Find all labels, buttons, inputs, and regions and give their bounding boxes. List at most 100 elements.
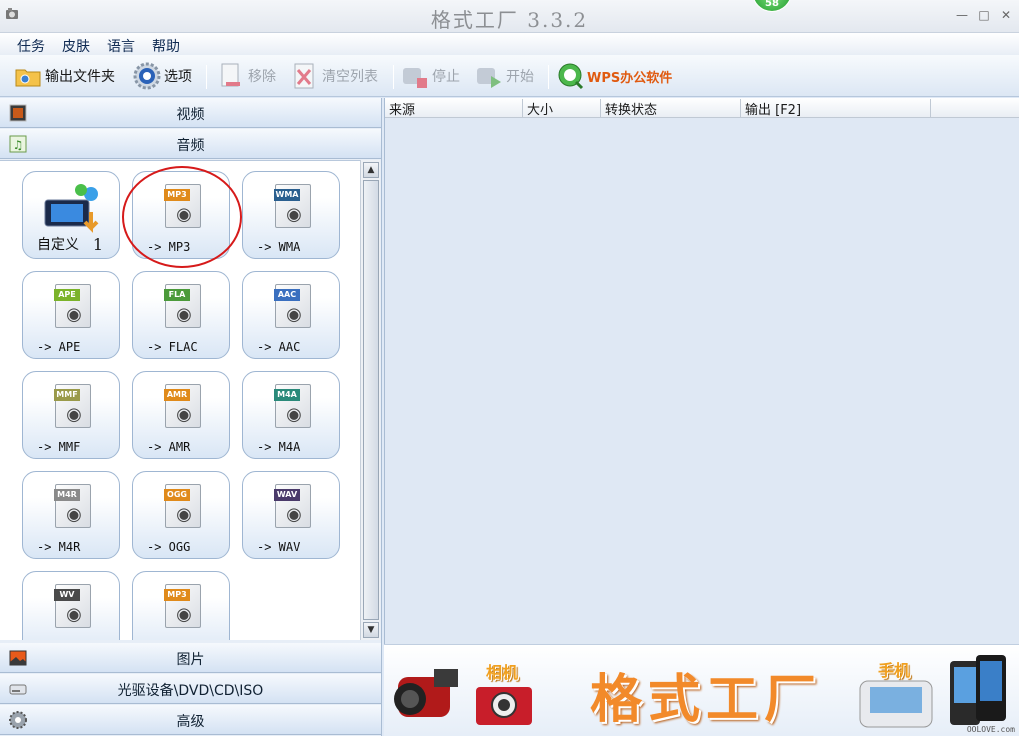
- format-tile-label: -> M4A: [257, 440, 301, 454]
- format-tag: WMA: [274, 189, 300, 201]
- remove-button[interactable]: 移除: [217, 61, 276, 91]
- title-bar: 格式工厂 3.3.2 58 — □ ✕: [0, 0, 1019, 33]
- speaker-icon: ◉: [176, 404, 192, 425]
- speaker-icon: ◉: [66, 404, 82, 425]
- category-audio[interactable]: ♫ 音频: [0, 129, 381, 159]
- clear-list-label: 清空列表: [322, 69, 378, 85]
- format-tag: APE: [54, 289, 80, 301]
- format-tile-label: -> MMF: [37, 440, 81, 454]
- format-tile[interactable]: WAV ◉ -> WAV: [242, 471, 340, 559]
- grid-scrollbar[interactable]: ▲ ▼: [360, 160, 380, 640]
- audio-format-icon: WAV ◉: [274, 484, 311, 528]
- category-picture[interactable]: 图片: [0, 643, 381, 673]
- window-title: 格式工厂 3.3.2: [430, 8, 589, 32]
- scroll-down-icon[interactable]: ▼: [363, 622, 379, 638]
- speaker-icon: ◉: [286, 304, 302, 325]
- speaker-icon: ◉: [176, 304, 192, 325]
- format-tile[interactable]: AMR ◉ -> AMR: [132, 371, 230, 459]
- format-tag: M4A: [274, 389, 300, 401]
- category-video[interactable]: 视频: [0, 98, 381, 128]
- audio-format-icon: OGG ◉: [164, 484, 201, 528]
- menu-skin[interactable]: 皮肤: [62, 36, 90, 56]
- minimize-icon[interactable]: —: [955, 8, 969, 22]
- digital-camera-icon: [476, 687, 532, 725]
- options-label: 选项: [164, 69, 192, 85]
- menu-bar: 任务 皮肤 语言 帮助: [0, 33, 1019, 55]
- audio-format-icon: APE ◉: [54, 284, 91, 328]
- format-tile[interactable]: OGG ◉ -> OGG: [132, 471, 230, 559]
- column-output[interactable]: 输出 [F2]: [741, 99, 931, 118]
- category-advanced-label: 高级: [176, 714, 205, 730]
- speaker-icon: ◉: [66, 604, 82, 625]
- start-label: 开始: [506, 69, 534, 85]
- speaker-icon: ◉: [66, 304, 82, 325]
- format-tile[interactable]: MP3 ◉: [132, 571, 230, 640]
- wps-office-button[interactable]: WPS办公软件: [556, 61, 672, 91]
- close-icon[interactable]: ✕: [999, 8, 1013, 22]
- maximize-icon[interactable]: □: [977, 8, 991, 22]
- remove-icon: [221, 63, 240, 87]
- scroll-up-icon[interactable]: ▲: [363, 162, 379, 178]
- stop-button[interactable]: 停止: [401, 61, 460, 91]
- start-icon: [477, 68, 501, 88]
- folder-icon: [15, 69, 41, 87]
- format-tag: MP3: [164, 189, 190, 201]
- format-tile[interactable]: WV ◉: [22, 571, 120, 640]
- task-list[interactable]: 来源 大小 转换状态 输出 [F2]: [384, 98, 1019, 644]
- format-tile-label: -> FLAC: [147, 340, 198, 354]
- toolbar: 输出文件夹 选项 移除 清空列表 停止 开始 WPS办公软件: [0, 55, 1019, 97]
- format-tag: M4R: [54, 489, 80, 501]
- speaker-icon: ◉: [176, 504, 192, 525]
- start-button[interactable]: 开始: [475, 61, 534, 91]
- speaker-icon: ◉: [176, 604, 192, 625]
- gear-icon: [133, 62, 161, 90]
- clear-list-icon: [294, 63, 314, 89]
- format-tile[interactable]: APE ◉ -> APE: [22, 271, 120, 359]
- format-tile[interactable]: WMA ◉ -> WMA: [242, 171, 340, 259]
- column-source[interactable]: 来源: [385, 99, 523, 118]
- format-tile[interactable]: M4R ◉ -> M4R: [22, 471, 120, 559]
- options-button[interactable]: 选项: [133, 61, 192, 91]
- category-video-label: 视频: [176, 107, 205, 123]
- format-tile[interactable]: M4A ◉ -> M4A: [242, 371, 340, 459]
- clear-list-button[interactable]: 清空列表: [291, 61, 378, 91]
- format-tag: AMR: [164, 389, 190, 401]
- speaker-icon: ◉: [66, 504, 82, 525]
- speaker-icon: ◉: [286, 204, 302, 225]
- column-status[interactable]: 转换状态: [601, 99, 741, 118]
- format-tile[interactable]: 自定义 1: [22, 171, 120, 259]
- mobile-phones-icon: [950, 655, 1006, 725]
- format-grid: 自定义 1 MP3 ◉ -> MP3 WMA ◉ -> WMA APE ◉ -> APE FLA ◉ ->…: [0, 160, 360, 640]
- menu-help[interactable]: 帮助: [152, 36, 180, 56]
- format-tag: MMF: [54, 389, 80, 401]
- category-rom-device[interactable]: 光驱设备\DVD\CD\ISO: [0, 674, 381, 704]
- audio-format-icon: FLA ◉: [164, 284, 201, 328]
- category-advanced[interactable]: 高级: [0, 705, 381, 735]
- site-watermark: OOLOVE.com: [966, 725, 1015, 734]
- menu-task[interactable]: 任务: [17, 36, 45, 56]
- toolbar-divider: [206, 65, 207, 89]
- column-size[interactable]: 大小: [523, 99, 601, 118]
- menu-language[interactable]: 语言: [107, 36, 135, 56]
- format-tag: WV: [54, 589, 80, 601]
- format-tile[interactable]: AAC ◉ -> AAC: [242, 271, 340, 359]
- format-tile-label: -> OGG: [147, 540, 191, 554]
- category-picture-label: 图片: [176, 652, 205, 668]
- format-tag: OGG: [164, 489, 190, 501]
- task-list-header: 来源 大小 转换状态 输出 [F2]: [385, 98, 1019, 118]
- audio-format-icon: WV ◉: [54, 584, 91, 628]
- ad-banner[interactable]: 相机 格式工厂 手机 OOLOVE.com: [384, 644, 1019, 736]
- scroll-thumb[interactable]: [363, 180, 379, 620]
- custom-count: 1: [92, 235, 103, 254]
- output-folder-button[interactable]: 输出文件夹: [14, 61, 115, 91]
- format-tile[interactable]: MP3 ◉ -> MP3: [132, 171, 230, 259]
- speaker-icon: ◉: [176, 204, 192, 225]
- category-audio-label: 音频: [176, 138, 205, 154]
- format-tile[interactable]: FLA ◉ -> FLAC: [132, 271, 230, 359]
- wps-label: WPS办公软件: [587, 70, 673, 86]
- audio-format-icon: M4A ◉: [274, 384, 311, 428]
- camcorder-icon: [394, 669, 458, 717]
- audio-format-icon: M4R ◉: [54, 484, 91, 528]
- format-tile[interactable]: MMF ◉ -> MMF: [22, 371, 120, 459]
- toolbar-divider: [393, 65, 394, 89]
